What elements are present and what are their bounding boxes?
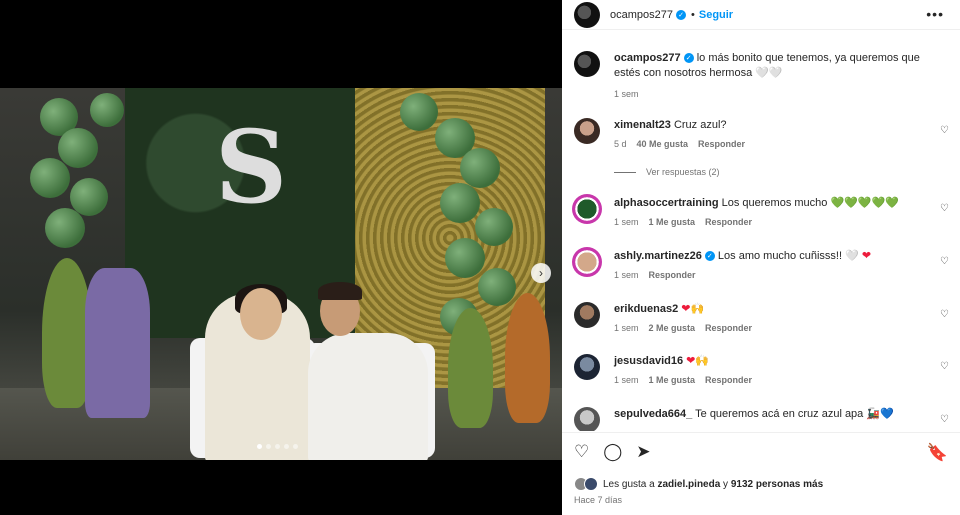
comment-time[interactable]: 1 sem xyxy=(614,373,639,388)
likes-summary: Les gusta a zadiel.pineda y 9132 persona… xyxy=(574,477,823,491)
avatar[interactable] xyxy=(572,194,602,224)
carousel-dot xyxy=(266,444,271,449)
comment-text: Los queremos mucho xyxy=(721,197,828,209)
heart-icon[interactable]: ♡ xyxy=(940,361,950,372)
person-woman-head xyxy=(240,288,282,340)
comment-username[interactable]: ximenalt23 xyxy=(614,119,671,131)
verified-icon: ✓ xyxy=(683,53,694,64)
carousel-dot xyxy=(284,444,289,449)
more-options-icon[interactable]: ••• xyxy=(926,6,944,22)
separator-dot: • xyxy=(691,8,695,21)
comment-likes[interactable]: 2 Me gusta xyxy=(649,321,696,336)
like-icon[interactable]: ♡ xyxy=(574,442,589,462)
balloon xyxy=(475,208,513,246)
balloon xyxy=(400,93,438,131)
caption-time[interactable]: 1 sem xyxy=(614,87,639,102)
princess-cutout xyxy=(85,268,150,418)
comment-time[interactable]: 5 d xyxy=(614,137,627,152)
ogre-cutout xyxy=(448,308,493,428)
header-username[interactable]: ocampos277 xyxy=(610,9,673,21)
comment-username[interactable]: jesusdavid16 xyxy=(614,355,683,367)
heart-icon[interactable]: ♡ xyxy=(940,125,950,136)
verified-icon: ✓ xyxy=(704,251,715,262)
comment-username[interactable]: ashly.martinez26 xyxy=(614,250,702,262)
comment-emoji: ❤🙌 xyxy=(681,303,705,315)
person-man xyxy=(308,333,428,460)
balloon xyxy=(30,158,70,198)
save-icon[interactable]: 🔖 xyxy=(927,443,948,463)
cat-cutout xyxy=(505,293,550,423)
balloon xyxy=(445,238,485,278)
comment-likes[interactable]: 1 Me gusta xyxy=(649,373,696,388)
comments-list[interactable]: ocampos277 ✓ lo más bonito que tenemos, y… xyxy=(562,31,960,431)
caption-username[interactable]: ocampos277 xyxy=(614,52,681,64)
post-header: ocampos277 ✓ • Seguir ••• xyxy=(562,0,960,30)
avatar[interactable] xyxy=(574,407,600,431)
balloon xyxy=(478,268,516,306)
balloon xyxy=(58,128,98,168)
heart-icon[interactable]: ♡ xyxy=(940,414,950,425)
comment-time[interactable]: 1 sem xyxy=(614,268,639,283)
next-photo-button[interactable]: › xyxy=(531,263,551,283)
likes-user[interactable]: zadiel.pineda xyxy=(657,479,720,490)
reply-button[interactable]: Responder xyxy=(705,373,752,388)
comment-username[interactable]: erikduenas2 xyxy=(614,303,678,315)
reply-button[interactable]: Responder xyxy=(698,137,745,152)
comment-emoji: ❤ xyxy=(861,250,872,262)
carousel-dot xyxy=(293,444,298,449)
divider-line xyxy=(614,171,636,173)
comment-username[interactable]: sepulveda664_ xyxy=(614,408,692,420)
likes-middle: y xyxy=(720,478,731,490)
comment-text: Los amo mucho cuñisss!! 🤍 xyxy=(717,250,859,262)
comment-icon[interactable]: ◯ xyxy=(603,442,622,462)
post-time[interactable]: Hace 7 días xyxy=(574,495,622,505)
comment-likes[interactable]: 1 Me gusta xyxy=(649,215,696,230)
balloon xyxy=(440,183,480,223)
balloon xyxy=(90,93,124,127)
avatar[interactable] xyxy=(574,51,600,77)
verified-icon: ✓ xyxy=(676,9,686,20)
follow-button[interactable]: Seguir xyxy=(699,9,733,21)
avatar[interactable] xyxy=(574,354,600,380)
reply-button[interactable]: Responder xyxy=(705,215,752,230)
likes-text: Les gusta a zadiel.pineda y 9132 persona… xyxy=(603,479,823,490)
heart-icon[interactable]: ♡ xyxy=(940,203,950,214)
comment-text: Te queremos acá en cruz azul apa 🚂💙 xyxy=(695,408,894,420)
person-man-hair xyxy=(318,282,362,300)
carousel-dot xyxy=(257,444,262,449)
post-actions: ♡ ◯ ➤ 🔖 Les gusta a zadiel.pineda y 9132… xyxy=(562,432,960,505)
avatar[interactable] xyxy=(574,302,600,328)
heart-icon[interactable]: ♡ xyxy=(940,256,950,267)
avatar[interactable] xyxy=(574,1,600,28)
avatar[interactable] xyxy=(572,247,602,277)
chevron-right-icon: › xyxy=(539,266,543,280)
view-replies-label: Ver respuestas (2) xyxy=(646,167,720,177)
heart-icon[interactable]: ♡ xyxy=(940,309,950,320)
avatar[interactable] xyxy=(574,118,600,144)
avatar xyxy=(584,477,598,491)
comment-emoji: ❤🙌 xyxy=(686,355,710,367)
action-icons: ♡ ◯ ➤ xyxy=(574,442,651,462)
comment-time[interactable]: 1 sem xyxy=(614,215,639,230)
carousel-dots xyxy=(257,444,298,449)
comment-likes[interactable]: 40 Me gusta xyxy=(637,137,689,152)
post-photo[interactable]: S xyxy=(0,88,562,460)
comment-username[interactable]: alphasoccertraining xyxy=(614,197,719,209)
comment-time[interactable]: 1 sem xyxy=(614,321,639,336)
post-side-panel: ocampos277 ✓ • Seguir ••• ocampos277 ✓ lo… xyxy=(562,0,960,515)
decor-letter: S xyxy=(215,108,288,226)
comment-emoji: 💚💚💚💚💚 xyxy=(830,197,899,209)
likes-prefix: Les gusta a xyxy=(603,478,658,490)
likes-count[interactable]: 9132 personas más xyxy=(731,479,823,490)
carousel-dot xyxy=(275,444,280,449)
reply-button[interactable]: Responder xyxy=(649,268,696,283)
balloon xyxy=(460,148,500,188)
comment-text: Cruz azul? xyxy=(673,119,727,131)
reply-button[interactable]: Responder xyxy=(705,321,752,336)
media-pane: S › xyxy=(0,0,562,515)
balloon xyxy=(45,208,85,248)
view-replies-button[interactable]: Ver respuestas (2) xyxy=(614,167,720,177)
share-icon[interactable]: ➤ xyxy=(636,442,650,462)
